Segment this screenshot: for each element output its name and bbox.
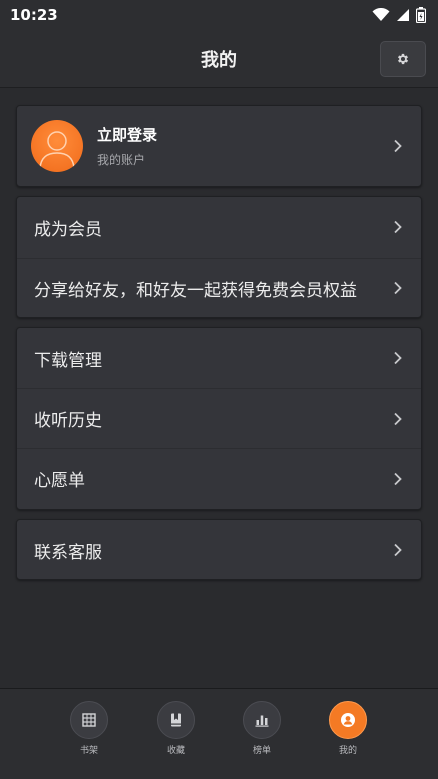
status-icons bbox=[372, 7, 426, 23]
menu-item-share-friends[interactable]: 分享给好友，和好友一起获得免费会员权益 bbox=[17, 257, 421, 319]
status-bar: 10:23 bbox=[0, 0, 438, 30]
nav-icon-circle bbox=[243, 701, 281, 739]
nav-label: 收藏 bbox=[166, 746, 185, 756]
menu-item-label: 分享给好友，和好友一起获得免费会员权益 bbox=[34, 280, 357, 301]
menu-group-support: 联系客服 bbox=[16, 519, 422, 580]
nav-icon-circle-active bbox=[329, 701, 367, 739]
chevron-right-icon bbox=[394, 412, 402, 425]
login-label: 立即登录 bbox=[97, 126, 158, 144]
menu-item-label: 成为会员 bbox=[34, 219, 102, 240]
bookshelf-icon bbox=[82, 713, 96, 727]
nav-label: 我的 bbox=[338, 746, 357, 756]
chevron-right-icon bbox=[394, 221, 402, 234]
menu-item-label: 联系客服 bbox=[34, 542, 102, 563]
chevron-right-icon bbox=[394, 139, 402, 153]
top-app-bar: 我的 bbox=[0, 30, 438, 88]
page-title: 我的 bbox=[201, 49, 237, 71]
bar-chart-icon bbox=[255, 715, 269, 727]
nav-icon-circle bbox=[70, 701, 108, 739]
menu-item-wishlist[interactable]: 心愿单 bbox=[17, 448, 421, 508]
status-time: 10:23 bbox=[10, 6, 58, 24]
nav-icon-circle bbox=[157, 701, 195, 739]
menu-item-label: 收听历史 bbox=[34, 411, 102, 431]
chevron-right-icon bbox=[394, 543, 402, 557]
menu-item-listening-history[interactable]: 收听历史 bbox=[17, 388, 421, 448]
menu-item-label: 心愿单 bbox=[34, 471, 85, 491]
nav-label: 书架 bbox=[79, 746, 98, 756]
user-icon bbox=[341, 713, 355, 727]
account-label: 我的账户 bbox=[97, 153, 146, 167]
avatar bbox=[31, 120, 83, 172]
bottom-navigation: 书架 收藏 榜单 我的 bbox=[0, 688, 438, 779]
wifi-icon bbox=[372, 8, 390, 21]
chevron-right-icon bbox=[394, 282, 402, 295]
cellular-signal-icon bbox=[397, 9, 409, 21]
chevron-right-icon bbox=[394, 472, 402, 485]
menu-item-contact-support[interactable]: 联系客服 bbox=[17, 520, 421, 580]
nav-tab-rankings[interactable]: 榜单 bbox=[232, 701, 292, 756]
settings-button[interactable] bbox=[380, 41, 426, 77]
menu-group-library: 下载管理 收听历史 心愿单 bbox=[16, 327, 422, 510]
nav-tab-favorites[interactable]: 收藏 bbox=[146, 701, 206, 756]
menu-item-label: 下载管理 bbox=[34, 350, 102, 371]
nav-tab-bookshelf[interactable]: 书架 bbox=[59, 701, 119, 756]
bookmark-book-icon bbox=[171, 713, 181, 727]
profile-text: 立即登录 我的账户 bbox=[97, 124, 157, 168]
nav-tab-mine[interactable]: 我的 bbox=[318, 701, 378, 756]
gear-icon bbox=[397, 53, 409, 65]
menu-item-download-management[interactable]: 下载管理 bbox=[17, 328, 421, 388]
battery-icon bbox=[416, 7, 426, 23]
menu-group-membership: 成为会员 分享给好友，和好友一起获得免费会员权益 bbox=[16, 196, 422, 318]
nav-label: 榜单 bbox=[252, 746, 271, 756]
menu-item-become-member[interactable]: 成为会员 bbox=[17, 197, 421, 258]
profile-card[interactable]: 立即登录 我的账户 bbox=[16, 105, 422, 187]
default-avatar-icon bbox=[39, 131, 75, 169]
chevron-right-icon bbox=[394, 351, 402, 365]
